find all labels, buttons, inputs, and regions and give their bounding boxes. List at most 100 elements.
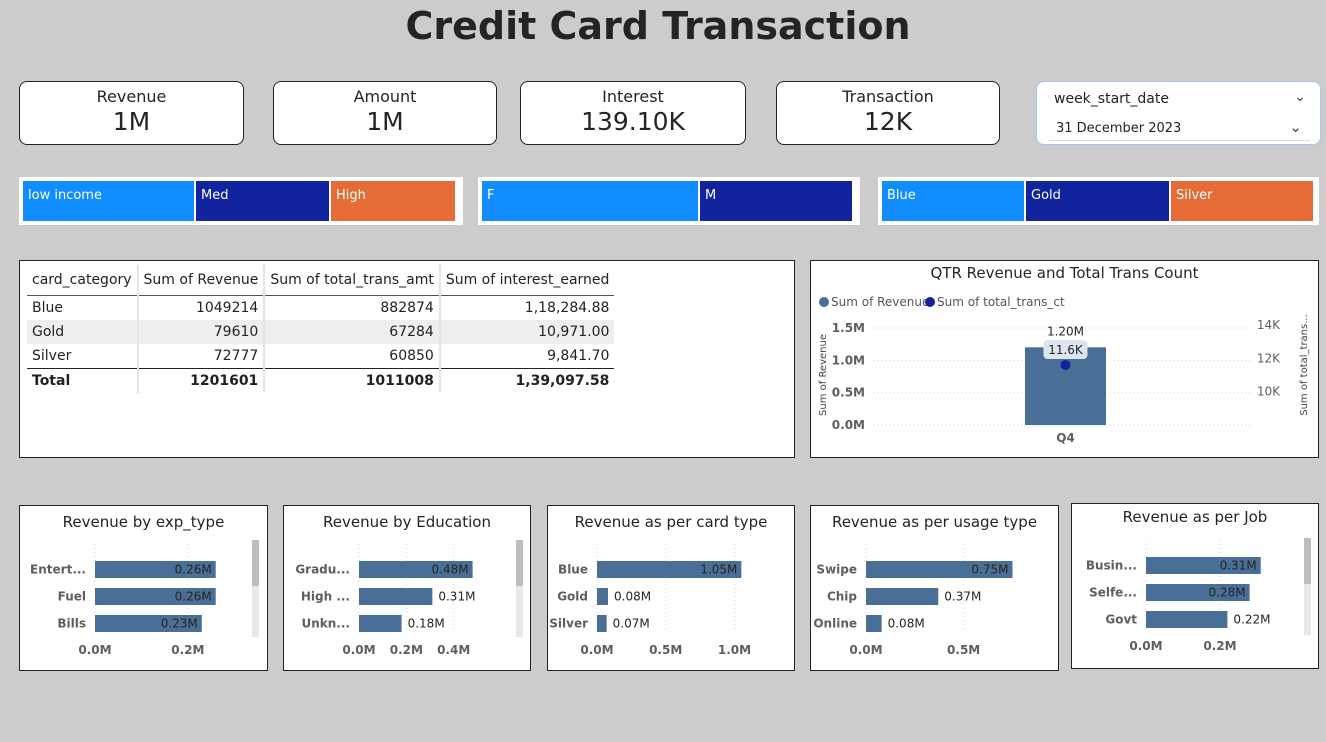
table-cell: 1,39,097.58	[438, 368, 615, 393]
income-slicer: low income Med High	[19, 177, 463, 225]
data-label: 0.23M	[161, 617, 198, 631]
x-tick-label: 0.0M	[78, 643, 111, 657]
table-row[interactable]: Gold 79610 67284 10,971.00	[27, 320, 615, 344]
column-header[interactable]: Sum of interest_earned	[438, 265, 615, 296]
kpi-card-transaction[interactable]: Transaction 12K	[776, 81, 1000, 145]
kpi-card-interest[interactable]: Interest 139.10K	[520, 81, 746, 145]
table-cell: 882874	[263, 295, 440, 320]
kpi-value: 1M	[112, 107, 151, 136]
combo-chart-canvas: Sum of Revenue Sum of total_trans_ct Sum…	[818, 295, 1310, 445]
date-dropdown[interactable]: 31 December 2023 ⌄	[1049, 116, 1310, 141]
data-label: 0.28M	[1209, 586, 1246, 600]
kpi-value: 12K	[863, 107, 913, 136]
scrollbar[interactable]	[1304, 538, 1311, 635]
scrollbar-thumb[interactable]	[1304, 538, 1311, 584]
bar[interactable]	[597, 615, 607, 632]
week-start-date-slicer[interactable]: week_start_date ⌄ 31 December 2023 ⌄	[1036, 81, 1321, 145]
table-cell: 72777	[136, 344, 265, 369]
card-type-chart-panel: Revenue as per card type 0.0M 0.5M 1.0M Blu…	[547, 505, 795, 671]
income-option-low[interactable]: low income	[23, 181, 196, 221]
kpi-label: Transaction	[842, 87, 934, 106]
income-option-high[interactable]: High	[331, 181, 457, 221]
card-option-silver[interactable]: Silver	[1171, 181, 1315, 221]
usage-type-chart-panel: Revenue as per usage type 0.0M 0.5M Swipe 0…	[810, 505, 1059, 671]
usage-type-bar-chart: 0.0M 0.5M Swipe 0.75M Chip 0.37M Online 0.08M	[813, 544, 1013, 657]
category-label: Gold	[557, 590, 588, 604]
data-label: 0.22M	[1233, 613, 1270, 627]
scrollbar[interactable]	[252, 540, 259, 637]
x-tick-label: 0.0M	[342, 643, 375, 657]
y2-tick-label: 14K	[1257, 318, 1281, 332]
bar[interactable]	[597, 588, 608, 605]
trans-count-point[interactable]	[1060, 360, 1071, 370]
kpi-card-revenue[interactable]: Revenue 1M	[19, 81, 244, 145]
y2-tick-label: 10K	[1257, 385, 1281, 399]
card-option-gold[interactable]: Gold	[1026, 181, 1171, 221]
gender-option-f[interactable]: F	[482, 181, 700, 221]
scrollbar-thumb[interactable]	[252, 540, 259, 586]
x-tick-label: 0.4M	[437, 643, 470, 657]
gender-option-m[interactable]: M	[700, 181, 854, 221]
card-category-table-panel: card_category Sum of Revenue Sum of tota…	[19, 260, 795, 458]
category-label: Gradu...	[295, 563, 350, 577]
bar[interactable]	[359, 615, 402, 632]
kpi-value: 1M	[366, 107, 404, 136]
x-tick-label: 0.2M	[171, 643, 204, 657]
y-tick-label: 1.5M	[832, 321, 865, 335]
slicer-header: week_start_date	[1054, 91, 1169, 107]
y-tick-label: 0.0M	[832, 418, 865, 432]
data-label: 0.18M	[408, 617, 445, 631]
bar[interactable]	[866, 588, 939, 605]
chevron-down-icon[interactable]: ⌄	[1289, 118, 1302, 136]
legend-revenue-label: Sum of Revenue	[831, 295, 929, 309]
x-tick-label: Q4	[1056, 431, 1075, 445]
data-label: 0.31M	[1220, 559, 1257, 573]
table-cell: 1011008	[263, 368, 440, 393]
date-dropdown-value: 31 December 2023	[1056, 121, 1182, 136]
data-label: 0.31M	[438, 590, 475, 604]
data-label: 0.37M	[944, 590, 981, 604]
category-label: Swipe	[816, 563, 857, 577]
bar[interactable]	[866, 615, 882, 632]
category-label: Online	[813, 617, 857, 631]
data-label: 0.26M	[175, 563, 212, 577]
data-label: 0.08M	[614, 590, 651, 604]
x-tick-label: 0.0M	[580, 643, 613, 657]
data-label: 1.05M	[700, 563, 737, 577]
revenue-data-label: 1.20M	[1047, 324, 1084, 338]
legend-trans-count-label: Sum of total_trans_ct	[937, 295, 1065, 309]
collapse-chevron-icon[interactable]: ⌄	[1294, 89, 1306, 105]
table-cell: 1201601	[136, 368, 265, 393]
table-row[interactable]: Blue 1049214 882874 1,18,284.88	[27, 295, 615, 320]
scrollbar-thumb[interactable]	[516, 540, 523, 586]
scrollbar[interactable]	[516, 540, 523, 637]
bar[interactable]	[359, 588, 433, 605]
kpi-value: 139.10K	[581, 107, 685, 136]
income-option-med[interactable]: Med	[196, 181, 331, 221]
table-header-row: card_category Sum of Revenue Sum of tota…	[27, 265, 615, 296]
page-title: Credit Card Transaction	[405, 4, 911, 48]
table-row[interactable]: Silver 72777 60850 9,841.70	[27, 344, 615, 369]
column-header[interactable]: Sum of total_trans_amt	[263, 265, 440, 296]
y2-tick-label: 12K	[1257, 351, 1281, 365]
exp-type-chart-panel: Revenue by exp_type 0.0M 0.2M Entert... 0.2…	[19, 505, 268, 671]
x-tick-label: 0.0M	[849, 643, 882, 657]
category-label: Blue	[558, 563, 588, 577]
column-header[interactable]: Sum of Revenue	[136, 265, 265, 296]
data-label: 0.75M	[971, 563, 1008, 577]
data-label: 0.07M	[613, 617, 650, 631]
category-label: Silver	[549, 617, 588, 631]
table-cell: 9,841.70	[438, 344, 615, 369]
column-header[interactable]: card_category	[27, 265, 138, 296]
table-cell: 1049214	[136, 295, 265, 320]
education-bar-chart: 0.0M 0.2M 0.4M Gradu... 0.48M High ... 0.31M Un…	[295, 544, 475, 657]
table-cell: 67284	[263, 320, 440, 344]
job-chart-panel: Revenue as per Job 0.0M 0.2M Busin... 0.31M…	[1071, 503, 1319, 669]
table-cell: 1,18,284.88	[438, 295, 615, 320]
category-label: Busin...	[1086, 559, 1137, 573]
bar[interactable]	[1146, 611, 1228, 628]
table-cell: 60850	[263, 344, 440, 369]
card-option-blue[interactable]: Blue	[882, 181, 1026, 221]
table-cell: Gold	[27, 320, 138, 344]
kpi-card-amount[interactable]: Amount 1M	[273, 81, 497, 145]
